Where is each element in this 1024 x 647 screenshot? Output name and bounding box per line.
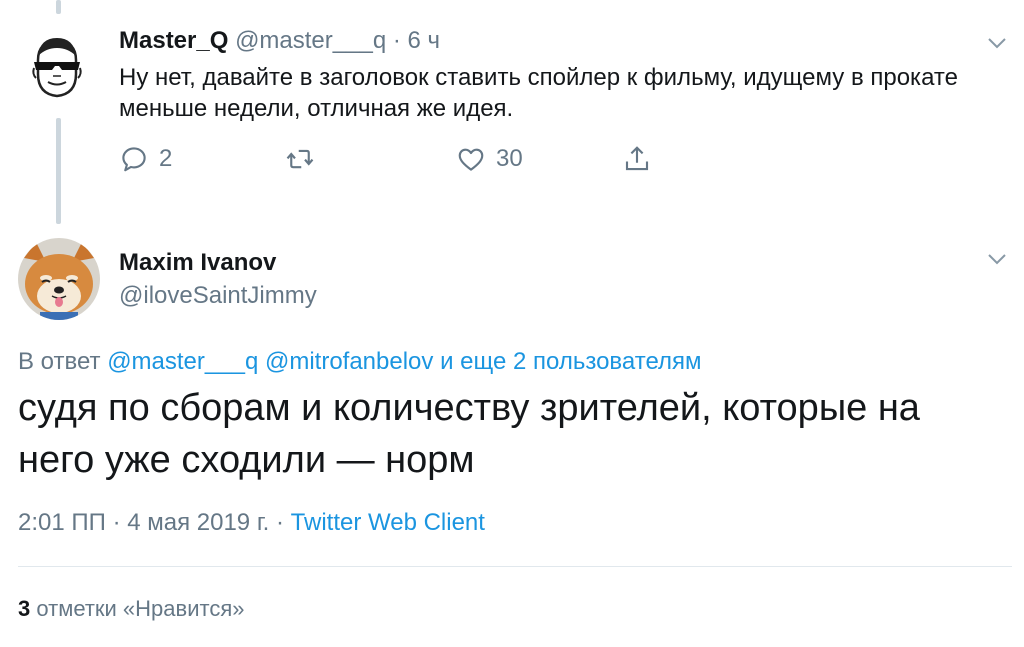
reply-to-others[interactable]: и еще 2 пользователям: [440, 348, 701, 375]
likes-label: отметки «Нравится»: [36, 596, 245, 621]
tweet-client-link[interactable]: Twitter Web Client: [291, 509, 485, 536]
reply-to-line: В ответ @master___q @mitrofanbelov и еще…: [18, 347, 702, 377]
avatar-dog[interactable]: [18, 238, 100, 320]
meta-separator-2: ·: [275, 509, 284, 536]
shiba-dog-icon: [18, 238, 100, 320]
likes-summary[interactable]: 3 отметки «Нравится»: [18, 594, 244, 624]
main-author-handle[interactable]: @iloveSaintJimmy: [119, 281, 317, 311]
reply-icon: [122, 147, 146, 172]
parent-author-name[interactable]: Master_Q: [119, 27, 228, 54]
main-tweet-text: судя по сборам и количеству зрителей, ко…: [18, 387, 920, 481]
masked-face-icon: [20, 30, 94, 104]
tweet-date[interactable]: 4 мая 2019 г.: [127, 509, 269, 536]
chevron-down-icon[interactable]: [986, 32, 1008, 54]
divider: [18, 566, 1012, 567]
parent-timestamp[interactable]: 6 ч: [408, 27, 441, 54]
share-icon: [625, 146, 649, 171]
like-icon: [458, 148, 484, 171]
reply-count: 2: [159, 145, 173, 172]
avatar-master-q[interactable]: [20, 30, 94, 104]
thread-line-top: [56, 0, 61, 14]
chevron-down-icon[interactable]: [986, 248, 1008, 270]
meta-separator-1: ·: [112, 509, 121, 536]
tweet-meta: 2:01 ПП · 4 мая 2019 г. · Twitter Web Cl…: [18, 508, 485, 538]
tweet-time[interactable]: 2:01 ПП: [18, 509, 106, 536]
retweet-icon: [286, 149, 314, 169]
parent-author-handle[interactable]: @master___q: [235, 27, 386, 54]
likes-count: 3: [18, 596, 31, 621]
reply-to-handle-1[interactable]: @master___q: [107, 348, 258, 375]
main-author-name[interactable]: Maxim Ivanov: [119, 248, 276, 278]
reply-button[interactable]: 2: [119, 142, 172, 176]
like-count: 30: [496, 145, 523, 172]
reply-to-prefix: В ответ: [18, 348, 101, 375]
share-button[interactable]: [622, 142, 652, 176]
reply-to-handle-2[interactable]: @mitrofanbelov: [265, 348, 433, 375]
parent-tweet-header: Master_Q @master___q · 6 ч: [119, 26, 440, 56]
retweet-button[interactable]: [285, 142, 325, 176]
parent-tweet-actions: 2 30: [119, 142, 679, 176]
parent-separator: ·: [392, 27, 401, 54]
parent-tweet-text: Ну нет, давайте в заголовок ставить спой…: [119, 64, 958, 122]
thread-line-connector: [56, 118, 61, 224]
like-button[interactable]: 30: [456, 142, 523, 176]
